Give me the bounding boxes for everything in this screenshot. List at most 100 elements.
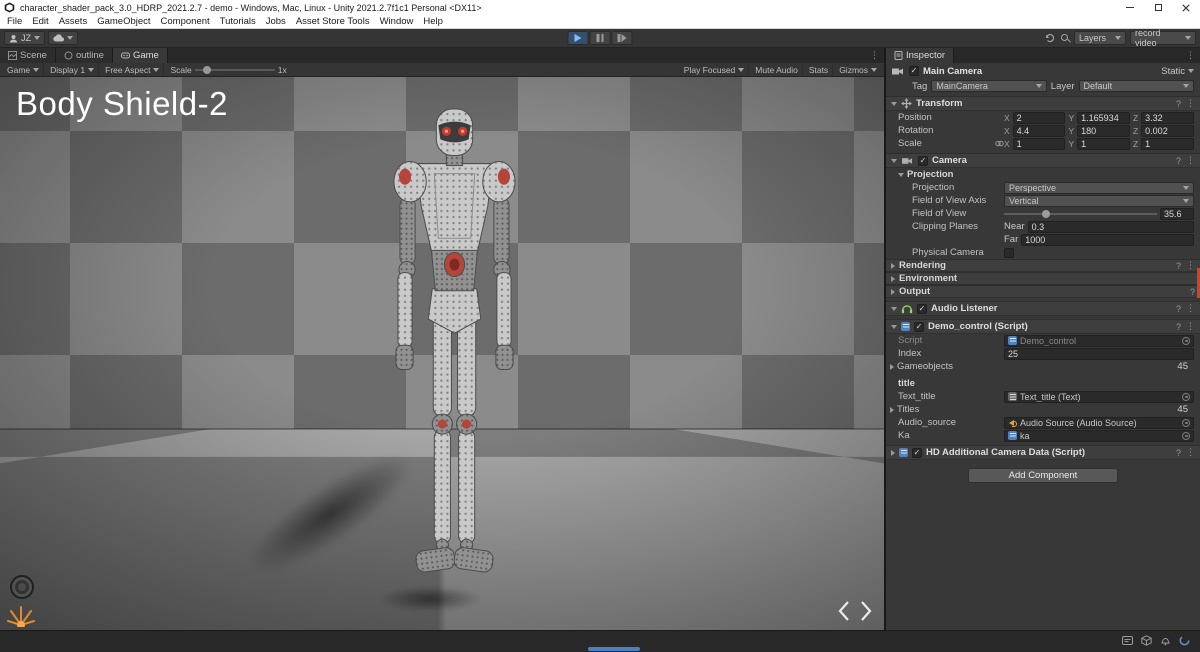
scale-y-field[interactable]: 1 (1077, 137, 1130, 150)
help-icon[interactable]: ? (1176, 261, 1181, 271)
scale-z-field[interactable]: 1 (1141, 137, 1194, 150)
next-arrow-icon[interactable] (860, 600, 872, 622)
scale-slider[interactable] (194, 65, 275, 74)
menu-asset-store-tools[interactable]: Asset Store Tools (291, 16, 375, 27)
menu-jobs[interactable]: Jobs (261, 16, 291, 27)
menu-file[interactable]: File (2, 16, 27, 27)
foldout-closed-icon[interactable] (890, 363, 894, 370)
projection-section-foldout[interactable]: Projection (886, 168, 1200, 181)
help-icon[interactable]: ? (1176, 304, 1181, 314)
projection-dropdown[interactable]: Perspective (1004, 181, 1194, 194)
minimize-button[interactable] (1116, 0, 1144, 15)
help-icon[interactable]: ? (1176, 156, 1181, 166)
menu-edit[interactable]: Edit (27, 16, 53, 27)
component-menu-icon[interactable]: ⋮ (1186, 447, 1195, 458)
menu-tutorials[interactable]: Tutorials (215, 16, 261, 27)
previous-arrow-icon[interactable] (838, 600, 850, 622)
titles-size[interactable]: 45 (1177, 404, 1188, 415)
maximize-button[interactable] (1144, 0, 1172, 15)
package-icon[interactable] (1141, 635, 1152, 646)
fov-value-field[interactable]: 35.6 (1160, 207, 1194, 220)
display-target-dropdown[interactable]: Display 1 (46, 63, 100, 76)
script-object-field[interactable]: Demo_control (1004, 334, 1194, 347)
audio-source-object-field[interactable]: Audio Source (Audio Source) (1004, 416, 1194, 429)
far-field[interactable]: 1000 (1021, 233, 1194, 246)
tab-game[interactable]: Game (112, 48, 168, 63)
demo-control-checkbox[interactable]: ✓ (914, 321, 924, 332)
game-viewport[interactable]: Body Shield-2 (0, 77, 884, 630)
fov-slider[interactable] (1004, 208, 1157, 220)
add-component-button[interactable]: Add Component (968, 468, 1118, 483)
menu-gameobject[interactable]: GameObject (92, 16, 155, 27)
rotation-x-field[interactable]: 4.4 (1012, 124, 1066, 137)
position-z-field[interactable]: 3.32 (1141, 111, 1194, 124)
transform-header[interactable]: Transform ? ⋮ (886, 96, 1200, 111)
close-button[interactable] (1172, 0, 1200, 15)
position-y-field[interactable]: 1.165934 (1077, 111, 1130, 124)
foldout-open-icon[interactable] (891, 324, 897, 329)
position-x-field[interactable]: 2 (1012, 111, 1066, 124)
text-title-object-field[interactable]: Text_title (Text) (1004, 390, 1194, 403)
foldout-open-icon[interactable] (891, 306, 897, 311)
tab-inspector[interactable]: Inspector (886, 48, 955, 63)
help-icon[interactable]: ? (1176, 99, 1181, 109)
tag-dropdown[interactable]: MainCamera (931, 80, 1047, 92)
component-menu-icon[interactable]: ⋮ (1186, 155, 1195, 166)
object-picker-icon[interactable] (1182, 336, 1190, 345)
help-icon[interactable]: ? (1176, 448, 1181, 458)
aspect-ratio-dropdown[interactable]: Free Aspect (101, 63, 165, 76)
bell-icon[interactable] (1160, 635, 1171, 646)
near-field[interactable]: 0.3 (1027, 220, 1194, 233)
fov-slider-knob[interactable] (1042, 209, 1051, 218)
rotation-y-field[interactable]: 180 (1077, 124, 1130, 137)
fov-axis-dropdown[interactable]: Vertical (1004, 194, 1194, 207)
object-picker-icon[interactable] (1182, 418, 1190, 427)
object-picker-icon[interactable] (1182, 431, 1190, 440)
static-dropdown[interactable]: Static (1161, 66, 1194, 77)
search-icon[interactable] (1060, 33, 1070, 43)
stats-toggle[interactable]: Stats (805, 64, 834, 75)
scale-slider-knob[interactable] (202, 65, 211, 74)
menu-window[interactable]: Window (375, 16, 419, 27)
titles-row[interactable]: Titles 45 (886, 403, 1200, 416)
component-menu-icon[interactable]: ⋮ (1186, 303, 1195, 314)
component-menu-icon[interactable]: ⋮ (1186, 98, 1195, 109)
hd-camera-data-header[interactable]: ✓ HD Additional Camera Data (Script) ? ⋮ (886, 445, 1200, 460)
menu-help[interactable]: Help (418, 16, 448, 27)
physical-camera-checkbox[interactable] (1004, 247, 1014, 258)
console-icon[interactable] (1122, 635, 1133, 646)
audio-listener-header[interactable]: ✓ Audio Listener ? ⋮ (886, 301, 1200, 316)
foldout-closed-icon[interactable] (891, 449, 895, 456)
rotation-z-field[interactable]: 0.002 (1141, 124, 1194, 137)
help-icon[interactable]: ? (1176, 322, 1181, 332)
menu-component[interactable]: Component (156, 16, 215, 27)
section-menu-icon[interactable]: ⋮ (1186, 260, 1195, 271)
pause-button[interactable] (589, 31, 611, 45)
inspector-menu-icon[interactable]: ⋮ (1181, 48, 1200, 63)
account-dropdown[interactable]: JZ (4, 31, 45, 45)
undo-history-icon[interactable] (1044, 32, 1056, 44)
gizmos-dropdown[interactable]: Gizmos (835, 65, 881, 75)
gameobjects-row[interactable]: Gameobjects 45 (886, 360, 1200, 373)
camera-enabled-checkbox[interactable]: ✓ (918, 155, 928, 166)
layer-dropdown[interactable]: Default (1078, 80, 1194, 92)
output-foldout[interactable]: Output ? (886, 285, 1200, 298)
tab-outline[interactable]: outline (55, 48, 113, 63)
index-field[interactable]: 25 (1004, 347, 1194, 360)
activity-progress-icon[interactable] (1179, 635, 1190, 646)
demo-control-header[interactable]: ✓ Demo_control (Script) ? ⋮ (886, 319, 1200, 334)
constrain-proportions-icon[interactable] (995, 139, 1004, 148)
foldout-open-icon[interactable] (891, 101, 897, 106)
play-button[interactable] (567, 31, 589, 45)
foldout-open-icon[interactable] (891, 158, 897, 163)
help-icon[interactable]: ? (1190, 287, 1195, 297)
step-button[interactable] (611, 31, 633, 45)
tab-scene[interactable]: Scene (0, 48, 56, 63)
scale-x-field[interactable]: 1 (1012, 137, 1066, 150)
menu-assets[interactable]: Assets (54, 16, 93, 27)
component-menu-icon[interactable]: ⋮ (1186, 321, 1195, 332)
hd-camera-data-checkbox[interactable]: ✓ (912, 447, 922, 458)
audio-listener-checkbox[interactable]: ✓ (917, 303, 927, 314)
play-focused-dropdown[interactable]: Play Focused (680, 64, 750, 75)
cloud-services-button[interactable] (48, 31, 78, 45)
